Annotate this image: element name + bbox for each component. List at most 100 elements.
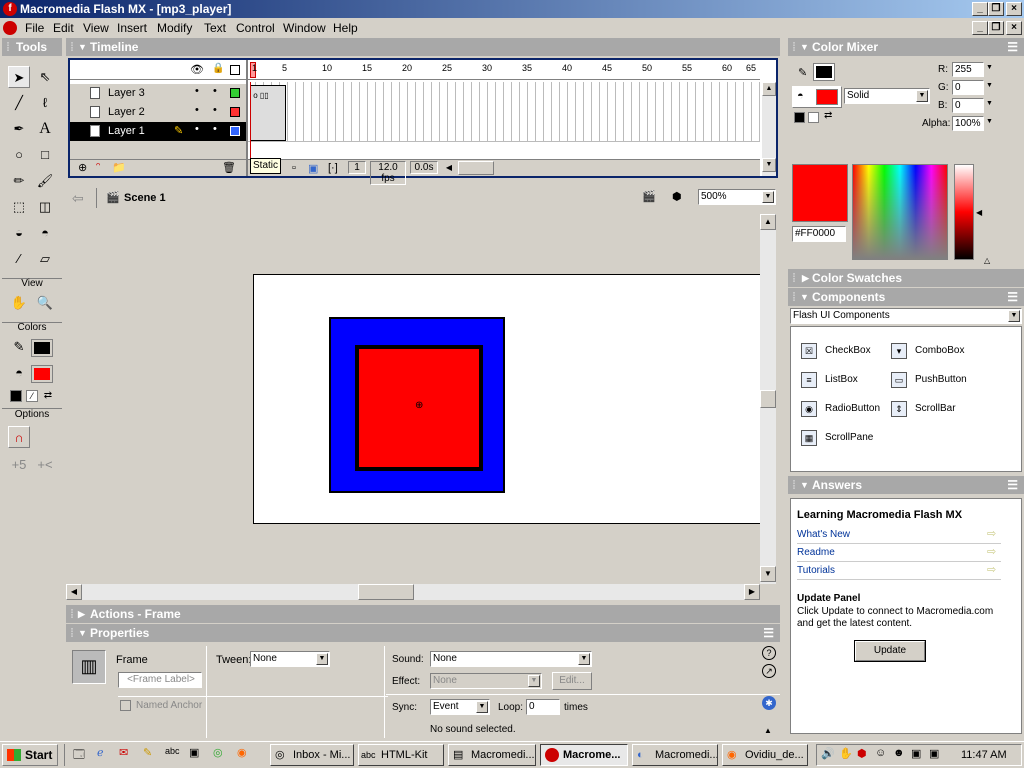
lasso-tool-icon[interactable]: ℓ bbox=[34, 92, 56, 114]
save-icon[interactable]: ▣ bbox=[189, 746, 199, 759]
hand-tool-icon[interactable]: ✋ bbox=[8, 292, 30, 314]
add-guide-layer-icon[interactable]: ᵔ bbox=[96, 161, 100, 173]
stage-hscroll[interactable]: ◀ ▶ bbox=[66, 584, 760, 600]
properties-panel-header[interactable]: ⁞ ▼ Properties ☰ bbox=[66, 624, 780, 642]
panel-menu-icon[interactable]: ☰ bbox=[1007, 476, 1018, 494]
fill-bucket-button[interactable]: ◓ bbox=[792, 86, 842, 108]
show-desktop-icon[interactable]: 🗔 bbox=[73, 746, 85, 765]
tool-icon[interactable]: ✎ bbox=[143, 746, 152, 759]
menu-edit[interactable]: Edit bbox=[53, 21, 74, 35]
edit-multiple-frames-icon[interactable]: ▣ bbox=[308, 162, 318, 175]
ie-icon[interactable]: ℯ bbox=[97, 746, 104, 759]
answers-header[interactable]: ⁞ ▼ Answers ☰ bbox=[788, 476, 1024, 494]
named-anchor-checkbox[interactable] bbox=[120, 700, 131, 711]
tray-icon[interactable]: ☺ bbox=[875, 747, 886, 759]
paint-bucket-tool-icon[interactable]: ◓ bbox=[34, 222, 56, 244]
menu-control[interactable]: Control bbox=[236, 21, 275, 35]
stage-vscroll[interactable]: ▲ ▼ bbox=[760, 214, 776, 584]
mixer-stroke-swatch[interactable] bbox=[813, 63, 835, 81]
sound-select[interactable]: None ▼ bbox=[430, 651, 592, 667]
doc-restore-button[interactable]: ❐ bbox=[988, 21, 1004, 35]
lock-icon[interactable]: 🔒 bbox=[212, 63, 224, 74]
text-tool-icon[interactable]: A bbox=[34, 118, 56, 140]
sync-select[interactable]: Event ▼ bbox=[430, 699, 490, 715]
start-button[interactable]: Start bbox=[2, 744, 58, 766]
collapse-marker-icon[interactable]: △ bbox=[984, 256, 990, 265]
taskbar-item[interactable]: ◎ Inbox - Mi... bbox=[270, 744, 354, 766]
menu-window[interactable]: Window bbox=[283, 21, 326, 35]
accessibility-icon[interactable]: ✱ bbox=[762, 696, 776, 710]
edit-symbols-icon[interactable]: ⬢ bbox=[672, 190, 682, 203]
no-color-icon[interactable] bbox=[808, 112, 819, 123]
smooth-icon[interactable]: +5 bbox=[8, 454, 30, 476]
timeline-vscroll[interactable]: ▲ ▼ bbox=[762, 82, 776, 176]
free-transform-tool-icon[interactable]: ⬚ bbox=[8, 196, 30, 218]
answers-link-readme[interactable]: Readme bbox=[797, 547, 835, 558]
arrow-link-icon[interactable]: ⇨ bbox=[987, 527, 996, 540]
modify-onion-markers-icon[interactable]: [·] bbox=[328, 162, 338, 174]
frame-label-input[interactable]: <Frame Label> bbox=[118, 672, 202, 688]
black-white-icon[interactable] bbox=[794, 112, 805, 123]
actions-panel-header[interactable]: ⁞ ▶ Actions - Frame bbox=[66, 605, 780, 623]
zoom-tool-icon[interactable]: 🔍 bbox=[34, 292, 56, 314]
flash-app-icon[interactable]: f bbox=[3, 2, 17, 16]
brightness-slider[interactable] bbox=[954, 164, 974, 260]
menu-file[interactable]: File bbox=[25, 21, 44, 35]
swap-colors-icon[interactable]: ⇄ bbox=[824, 110, 832, 121]
back-arrow-icon[interactable]: ⇦ bbox=[72, 190, 84, 207]
document-icon[interactable] bbox=[3, 21, 17, 35]
subselect-tool-icon[interactable]: ⇖ bbox=[34, 66, 56, 88]
eyedropper-tool-icon[interactable]: ⁄ bbox=[8, 248, 30, 270]
taskbar-item[interactable]: ▤ Macromedi... bbox=[448, 744, 536, 766]
brush-tool-icon[interactable]: 🖌 bbox=[34, 170, 56, 192]
line-tool-icon[interactable]: ╱ bbox=[8, 92, 30, 114]
rectangle-tool-icon[interactable]: □ bbox=[34, 144, 56, 166]
globe-icon[interactable]: ◎ bbox=[213, 746, 223, 759]
b-stepper[interactable]: ▼ bbox=[986, 100, 993, 107]
b-input[interactable]: 0 bbox=[952, 98, 984, 113]
component-set-select[interactable]: Flash UI Components ▼ bbox=[790, 308, 1022, 324]
fill-transform-tool-icon[interactable]: ◫ bbox=[34, 196, 56, 218]
minimize-button[interactable]: _ bbox=[972, 2, 988, 16]
taskbar-item[interactable]: ◉ Ovidiu_de... bbox=[722, 744, 808, 766]
g-stepper[interactable]: ▼ bbox=[986, 82, 993, 89]
color-swatches-header[interactable]: ⁞ ▶ Color Swatches bbox=[788, 269, 1024, 287]
panel-menu-icon[interactable]: ☰ bbox=[763, 624, 774, 642]
components-header[interactable]: ⁞ ▼ Components ☰ bbox=[788, 288, 1024, 306]
alpha-stepper[interactable]: ▼ bbox=[986, 118, 993, 125]
eye-icon[interactable]: 👁 bbox=[190, 63, 204, 76]
panel-menu-icon[interactable]: ☰ bbox=[1007, 38, 1018, 56]
straighten-icon[interactable]: +< bbox=[34, 454, 56, 476]
update-button[interactable]: Update bbox=[854, 640, 926, 662]
outlook-icon[interactable]: ✉ bbox=[119, 746, 128, 759]
keyframe[interactable]: o ▯▯ bbox=[250, 85, 286, 141]
timeline-hscroll-thumb[interactable] bbox=[458, 161, 494, 175]
htmlkit-icon[interactable]: abc bbox=[165, 746, 180, 756]
edit-button[interactable]: Edit... bbox=[552, 672, 592, 690]
frame-grid[interactable] bbox=[248, 82, 760, 142]
layer-row-selected[interactable]: Layer 1 ✎ • • bbox=[70, 122, 246, 141]
menu-modify[interactable]: Modify bbox=[157, 21, 192, 35]
insert-layer-icon[interactable]: ⊕ bbox=[78, 161, 87, 174]
color-spectrum[interactable] bbox=[852, 164, 948, 260]
insert-folder-icon[interactable]: 📁 bbox=[112, 161, 126, 174]
effect-select[interactable]: None ▼ bbox=[430, 673, 542, 689]
pen-tool-icon[interactable]: ✒ bbox=[8, 118, 30, 140]
pencil-tool-icon[interactable]: ✏ bbox=[8, 170, 30, 192]
alpha-input[interactable]: 100% bbox=[952, 116, 984, 131]
outline-icon[interactable] bbox=[230, 65, 240, 75]
ink-bottle-tool-icon[interactable]: ◒ bbox=[8, 222, 30, 244]
menu-text[interactable]: Text bbox=[204, 21, 226, 35]
tray-icon[interactable]: ▣ bbox=[929, 747, 939, 760]
hex-input[interactable]: #FF0000 bbox=[792, 226, 846, 242]
answers-link-whats-new[interactable]: What's New bbox=[797, 529, 850, 540]
red-square[interactable]: ⊕ bbox=[355, 345, 483, 471]
stroke-color-swatch[interactable] bbox=[31, 339, 53, 357]
firefox-icon[interactable]: ◉ bbox=[237, 746, 247, 759]
r-stepper[interactable]: ▼ bbox=[986, 64, 993, 71]
black-white-icon[interactable] bbox=[10, 390, 22, 402]
taskbar-item[interactable]: ◐ Macromedi... bbox=[632, 744, 718, 766]
stage[interactable]: ⊕ bbox=[253, 274, 763, 524]
layer-row[interactable]: Layer 2 • • bbox=[70, 103, 246, 122]
tray-icon[interactable]: ✋ bbox=[839, 747, 853, 760]
